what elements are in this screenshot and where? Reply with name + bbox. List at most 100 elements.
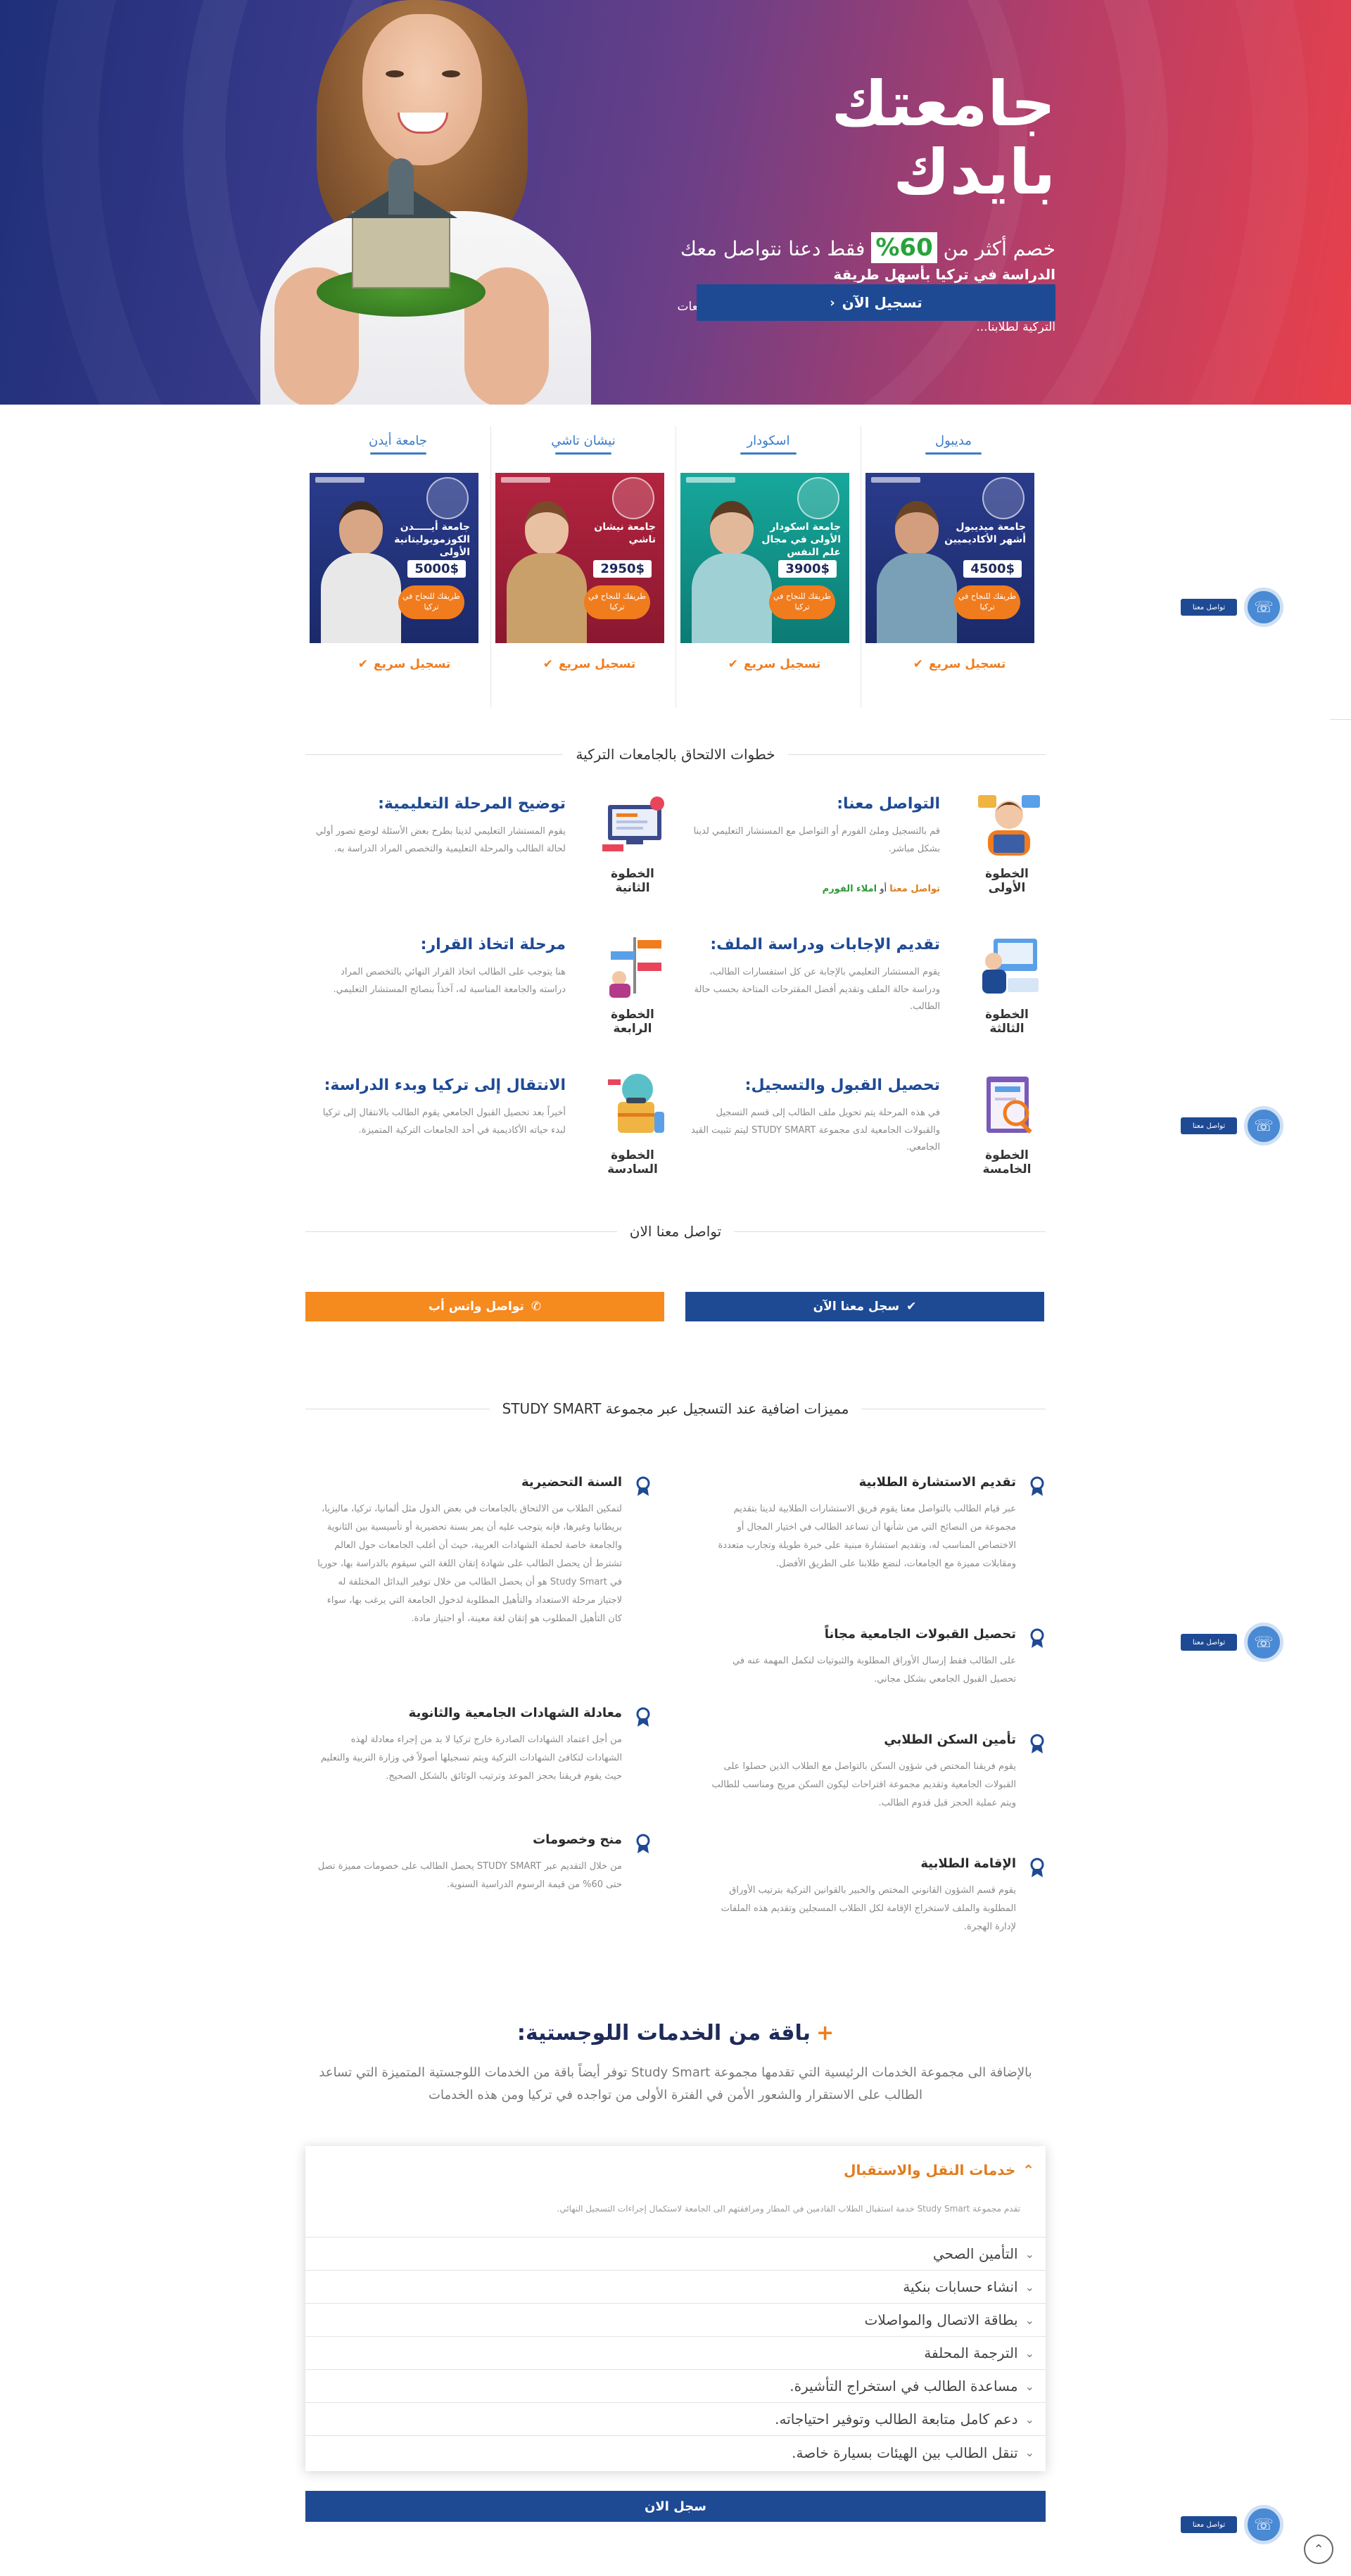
university-name[interactable]: مديبول [861, 433, 1046, 448]
accordion-item[interactable]: ⌄ دعم كامل متابعة الطالب وتوفير احتياجاته… [305, 2403, 1046, 2436]
quick-register-link[interactable]: تسجيل سريع ✔ [688, 657, 861, 671]
university-poster[interactable]: جامعة أيـــــدن الكوزموبوليتانية الأولى … [310, 473, 478, 643]
headset-icon[interactable]: ☏ [1244, 1623, 1283, 1662]
discount-text: خصم أكثر من [937, 236, 1055, 260]
accordion-item[interactable]: ⌄ مساعدة الطالب في استخراج التأشيرة. [305, 2370, 1046, 2403]
award-icon [636, 1476, 650, 1496]
plus-icon: + [816, 2021, 835, 2045]
headset-icon[interactable]: ☏ [1244, 588, 1283, 627]
accordion-title: بطاقة الاتصال والمواصلات [864, 2311, 1018, 2328]
university-poster[interactable]: جامعة ميديبول أشهر الأكاديميين 4500$ طري… [865, 473, 1034, 643]
accordion-title: مساعدة الطالب في استخراج التأشيرة. [789, 2378, 1018, 2394]
features-grid: تقديم الاستشارة الطلابية عبر قيام الطالب… [305, 1475, 1046, 1953]
promo-badge: طريقك للنجاح في تركيا [584, 585, 650, 619]
signup-label: سجل الان [645, 2499, 706, 2514]
floating-contact-widget[interactable]: تواصل معنا ☏ [1181, 1106, 1285, 1146]
check-icon: ✔ [728, 657, 738, 671]
feature-title: معادلة الشهادات الجامعية والثانوية [408, 1706, 622, 1720]
register-now-button[interactable]: ✔ سجل معنا الآن [685, 1292, 1044, 1321]
price-tag: 5000$ [407, 560, 466, 578]
university-card-nisantasi[interactable]: نيشان تاشي جامعة نيشان تاشي 2950$ طريقك … [490, 426, 676, 708]
university-card-aydin[interactable]: جامعة أيدن جامعة أيـــــدن الكوزموبوليتا… [305, 426, 490, 708]
contact-illustration-icon [978, 795, 1040, 856]
feature-title: تقديم الاستشارة الطلابية [858, 1475, 1016, 1490]
quick-register-label: تسجيل سريع [374, 657, 451, 671]
chevron-down-icon: ⌄ [1025, 2247, 1034, 2261]
feature-text: عبر قيام الطالب بالتواصل معنا يقوم فريق … [718, 1504, 1017, 1569]
chevron-down-icon: ⌄ [1025, 2412, 1034, 2426]
contact-us-link[interactable]: تواصل معنا [889, 884, 940, 894]
feature-title: السنة التحضيرية [521, 1475, 622, 1490]
university-name[interactable]: جامعة أيدن [305, 433, 490, 448]
step-5: الخطوة الخامسة تحصيل القبول والتسجيل: في… [680, 1070, 1046, 1189]
university-emblem [797, 477, 839, 519]
feature-title: منح وخصومات [533, 1832, 622, 1847]
headset-icon[interactable]: ☏ [1244, 1106, 1283, 1146]
admission-steps: الخطوة الأولى التواصل معنا: قم بالتسجيل … [305, 788, 1046, 1176]
university-name[interactable]: اسكودار [676, 433, 861, 448]
floating-contact-widget[interactable]: تواصل معنا ☏ [1181, 1623, 1285, 1662]
student-image [504, 501, 588, 643]
hero-discount: خصم أكثر من %60 فقط دعنا نتواصل معك [661, 231, 1055, 263]
logistics-description: بالإضافة الى مجموعة الخدمات الرئيسية الت… [319, 2065, 1032, 2103]
contact-pill[interactable]: تواصل معنا [1181, 1634, 1237, 1651]
university-emblem [426, 477, 469, 519]
link-separator: أو [877, 884, 890, 894]
accordion-item-open[interactable]: ⌃ خدمات النقل والاستقبال تقدم مجموعة Stud… [305, 2146, 1046, 2238]
floating-contact-widget[interactable]: تواصل معنا ☏ [1181, 2505, 1285, 2544]
section-title-text: مميزات اضافية عند التسجيل عبر مجموعة STU… [502, 1400, 849, 1417]
accordion-item[interactable]: ⌄ تنقل الطالب بين الهيئات بسيارة خاصة. [305, 2436, 1046, 2469]
university-poster[interactable]: جامعة نيشان تاشي 2950$ طريقك للنجاح في ت… [495, 473, 664, 643]
accordion-item[interactable]: ⌄ انشاء حسابات بنكية [305, 2271, 1046, 2304]
hero-register-button[interactable]: تسجيل الآن ‹ [697, 284, 1055, 321]
quick-register-link[interactable]: تسجيل سريع ✔ [873, 657, 1046, 671]
feature-title: تأمين السكن الطلابي [884, 1732, 1016, 1747]
approved-illustration-icon [987, 1077, 1032, 1134]
accordion-content: تقدم مجموعة Study Smart خدمة استقبال الط… [557, 2204, 1021, 2214]
phone-icon: ✆ [531, 1300, 542, 1314]
student-image [689, 501, 773, 643]
brand-logo [315, 477, 364, 483]
university-underline [740, 452, 797, 455]
quick-register-label: تسجيل سريع [929, 657, 1006, 671]
student-image [874, 501, 958, 643]
feature-text: على الطالب فقط إرسال الأوراق المطلوبة وا… [732, 1656, 1016, 1684]
accordion-item[interactable]: ⌄ الترجمة المحلفة [305, 2337, 1046, 2370]
step-text: يقوم المستشار التعليمي لدينا بطرح بعض ال… [315, 826, 566, 854]
contact-pill[interactable]: تواصل معنا [1181, 599, 1237, 616]
education-illustration-icon [602, 797, 664, 851]
contact-pill[interactable]: تواصل معنا [1181, 2516, 1237, 2533]
hero-student-photo [232, 0, 598, 405]
step-links: تواصل معنا أو املاء الفورم [687, 884, 940, 894]
accordion-title: انشاء حسابات بنكية [903, 2278, 1018, 2295]
accordion-title: تنقل الطالب بين الهيئات بسيارة خاصة. [792, 2444, 1018, 2461]
feature-text: يقوم قسم الشؤون القانوني المختص والخبير … [721, 1885, 1016, 1932]
step-text: في هذه المرحلة يتم تحويل ملف الطالب إلى … [691, 1108, 940, 1153]
fill-form-link[interactable]: املاء الفورم [823, 884, 877, 894]
whatsapp-button[interactable]: ✆ تواصل واتس أب [305, 1292, 664, 1321]
floating-contact-widget[interactable]: تواصل معنا ☏ [1181, 588, 1285, 627]
chevron-down-icon: ⌄ [1025, 2446, 1034, 2459]
promo-badge: طريقك للنجاح في تركيا [954, 585, 1020, 619]
accordion-item[interactable]: ⌄ بطاقة الاتصال والمواصلات [305, 2304, 1046, 2337]
signup-now-button[interactable]: سجل الان [305, 2491, 1046, 2522]
quick-register-link[interactable]: تسجيل سريع ✔ [318, 657, 490, 671]
headset-icon[interactable]: ☏ [1244, 2505, 1283, 2544]
quick-register-link[interactable]: تسجيل سريع ✔ [503, 657, 676, 671]
accordion-header[interactable]: ⌃ خدمات النقل والاستقبال [844, 2162, 1034, 2178]
accordion-title: خدمات النقل والاستقبال [844, 2162, 1016, 2178]
step-3: الخطوة الثالثة تقديم الإجابات ودراسة الم… [680, 929, 1046, 1048]
section-title-text: تواصل معنا الان [629, 1223, 722, 1240]
price-tag: 4500$ [963, 560, 1022, 578]
chevron-down-icon: ⌄ [1025, 2313, 1034, 2327]
university-card-medipol[interactable]: مديبول جامعة ميديبول أشهر الأكاديميين 45… [861, 426, 1046, 708]
contact-pill[interactable]: تواصل معنا [1181, 1117, 1237, 1134]
check-icon: ✔ [357, 657, 368, 671]
university-name[interactable]: نيشان تاشي [491, 433, 676, 448]
quick-register-label: تسجيل سريع [744, 657, 821, 671]
university-poster[interactable]: جامعة اسكودار الأولى في مجال علم النفس 3… [680, 473, 849, 643]
university-card-uskudar[interactable]: اسكودار جامعة اسكودار الأولى في مجال علم… [676, 426, 861, 708]
accordion-item[interactable]: ⌄ التأمين الصحي [305, 2238, 1046, 2271]
award-icon [636, 1707, 650, 1727]
arrow-up-icon[interactable]: ⌃ [1304, 2534, 1333, 2564]
